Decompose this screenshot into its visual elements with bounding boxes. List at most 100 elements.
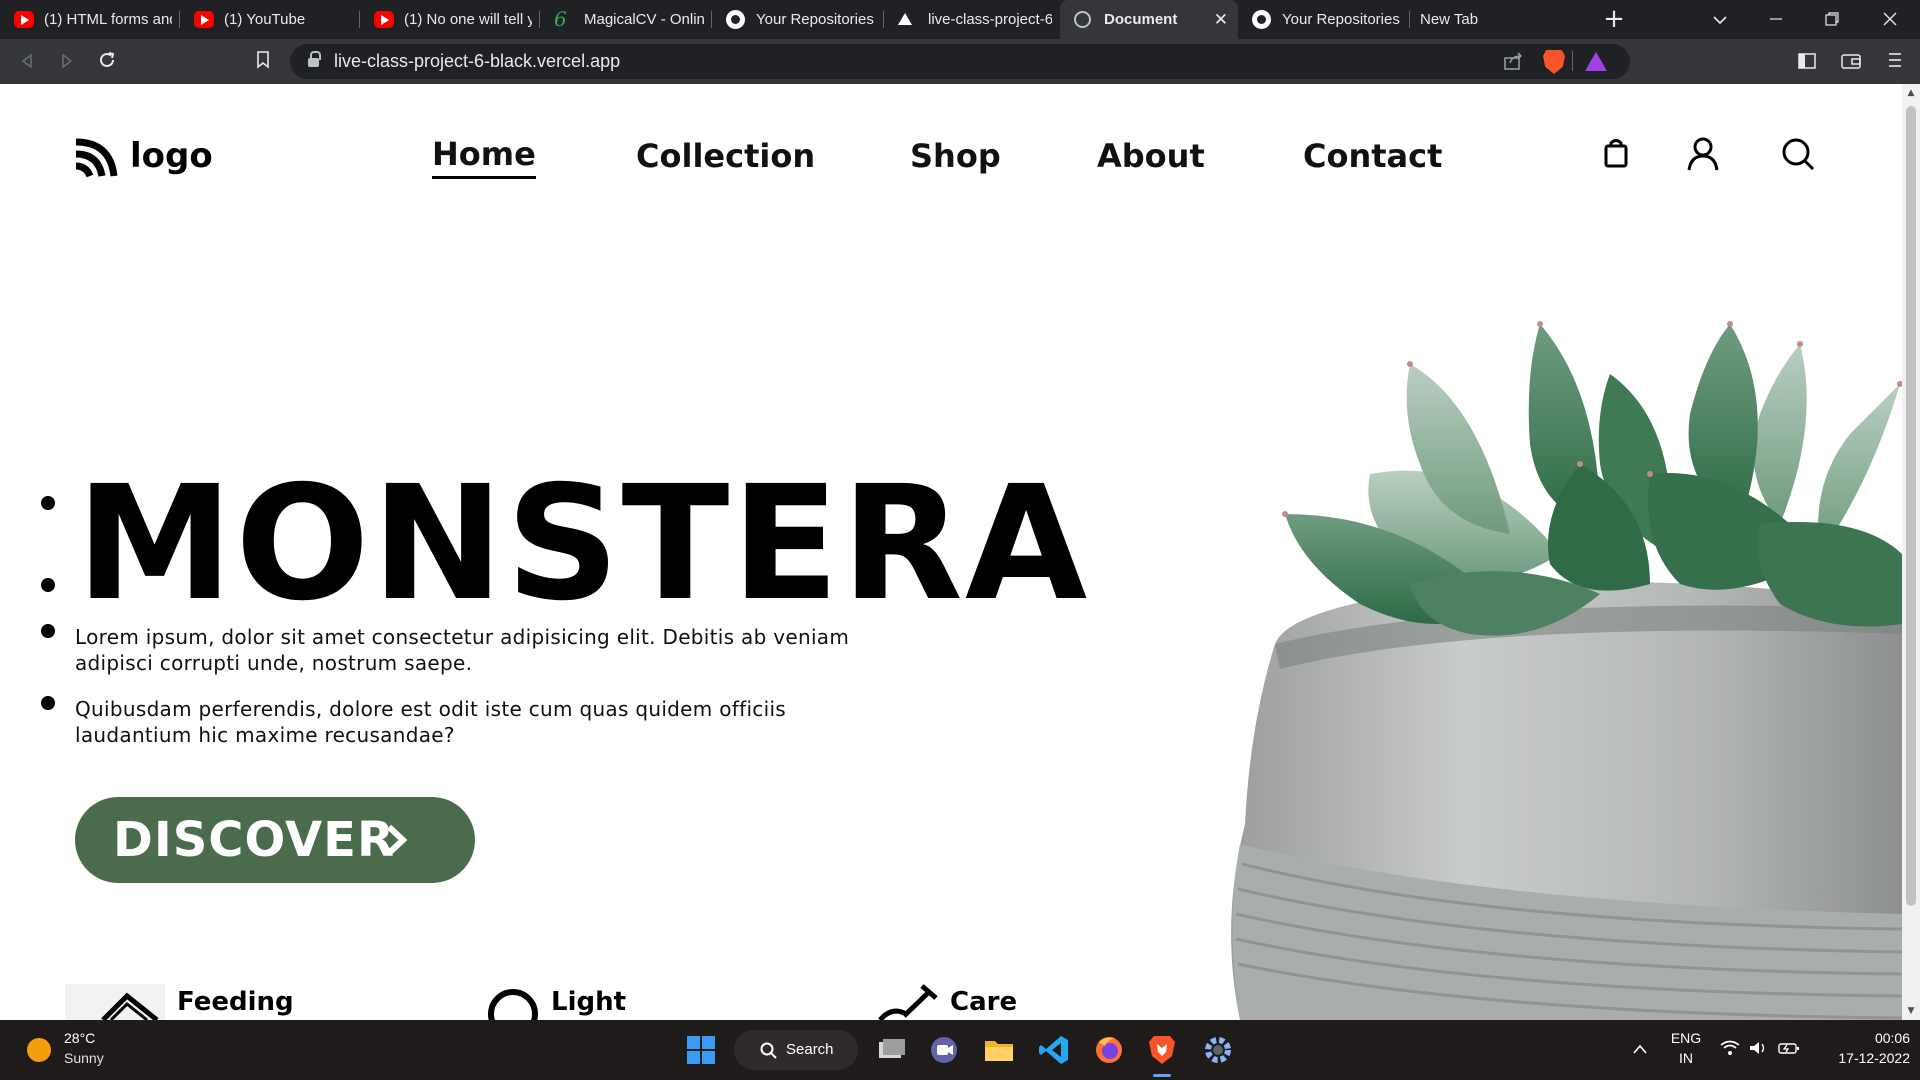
weather-temperature[interactable]: 28°C xyxy=(64,1030,95,1046)
sun-weather-icon[interactable] xyxy=(27,1038,51,1062)
browser-tab[interactable]: (1) YouTube xyxy=(180,0,360,39)
search-icon xyxy=(760,1042,777,1059)
globe-icon xyxy=(1074,11,1091,28)
github-icon xyxy=(726,10,745,29)
battery-icon[interactable] xyxy=(1778,1040,1800,1060)
tab-title: (1) YouTube xyxy=(224,11,306,28)
settings-gear-icon[interactable] xyxy=(1200,1032,1236,1068)
divider xyxy=(1572,51,1573,71)
shopping-bag-icon[interactable] xyxy=(1596,134,1636,174)
tab-title: Your Repositories xyxy=(1282,11,1400,28)
discover-button[interactable]: DISCOVER xyxy=(75,797,475,883)
tab-title: Document xyxy=(1104,11,1178,28)
feature-label: Feeding xyxy=(177,987,294,1017)
windows-taskbar: 28°C Sunny Search ENG IN 00:06 17-12-202… xyxy=(0,1020,1920,1080)
feature-care: Care xyxy=(878,984,1078,1020)
browser-tab[interactable]: Your Repositories xyxy=(1238,0,1410,39)
page-scrollbar[interactable]: ▲ ▼ xyxy=(1902,84,1920,1020)
browser-tab[interactable]: New Tab xyxy=(1410,0,1588,39)
nav-shop[interactable]: Shop xyxy=(910,132,1001,180)
show-hidden-icons-chevron-icon[interactable] xyxy=(1632,1040,1648,1059)
new-tab-button[interactable]: + xyxy=(1594,0,1634,39)
hero-paragraph: Quibusdam perferendis, dolore est odit i… xyxy=(75,697,787,747)
feature-feeding: Feeding xyxy=(65,984,305,1020)
active-app-indicator xyxy=(1153,1074,1171,1077)
hero-title: MONSTERA xyxy=(76,452,1090,636)
scroll-thumb[interactable] xyxy=(1906,106,1916,906)
language-region[interactable]: IN xyxy=(1668,1050,1704,1066)
browser-tab-bar: (1) HTML forms and (1) YouTube (1) No on… xyxy=(0,0,1920,39)
tab-title: (1) HTML forms and xyxy=(44,11,172,28)
list-bullet xyxy=(41,496,55,510)
weather-condition[interactable]: Sunny xyxy=(64,1050,104,1066)
list-bullet xyxy=(41,696,55,710)
browser-tab[interactable]: live-class-project-6 xyxy=(884,0,1060,39)
nav-collection[interactable]: Collection xyxy=(636,132,815,180)
hero-paragraph: Lorem ipsum, dolor sit amet consectetur … xyxy=(75,625,850,675)
browser-tab[interactable]: (1) HTML forms and xyxy=(0,0,180,39)
wallet-icon[interactable] xyxy=(1836,47,1866,77)
teams-chat-icon[interactable] xyxy=(926,1032,962,1068)
scroll-down-arrow-icon[interactable]: ▼ xyxy=(1902,1002,1920,1020)
close-window-icon[interactable] xyxy=(1870,0,1910,39)
light-icon xyxy=(486,984,542,1020)
browser-toolbar: live-class-project-6-black.vercel.app xyxy=(0,39,1920,84)
forward-icon[interactable] xyxy=(52,47,82,77)
restore-window-icon[interactable] xyxy=(1812,0,1852,39)
rss-logo-icon xyxy=(75,138,118,178)
sidebar-icon[interactable] xyxy=(1792,47,1822,77)
browser-tab[interactable]: 6 MagicalCV - Online xyxy=(540,0,712,39)
volume-icon[interactable] xyxy=(1748,1040,1768,1060)
list-bullet xyxy=(41,578,55,592)
language-indicator[interactable]: ENG xyxy=(1668,1030,1704,1046)
bookmark-icon[interactable] xyxy=(248,47,278,77)
chevron-right-icon xyxy=(386,824,408,856)
succulent-plant-image xyxy=(1180,224,1902,1020)
search-label: Search xyxy=(786,1041,834,1058)
search-icon[interactable] xyxy=(1778,134,1818,174)
brave-browser-icon[interactable] xyxy=(1144,1032,1180,1068)
feature-label: Care xyxy=(950,987,1018,1017)
care-shovel-icon xyxy=(878,984,942,1020)
task-view-icon[interactable] xyxy=(873,1032,909,1068)
logo-text: logo xyxy=(130,136,213,176)
wifi-icon[interactable] xyxy=(1720,1040,1740,1060)
windows-start-icon[interactable] xyxy=(683,1032,719,1068)
vscode-icon[interactable] xyxy=(1036,1032,1072,1068)
firefox-icon[interactable] xyxy=(1091,1032,1127,1068)
magicalcv-icon: 6 xyxy=(554,7,567,31)
file-explorer-icon[interactable] xyxy=(981,1032,1017,1068)
nav-contact[interactable]: Contact xyxy=(1303,132,1442,180)
nav-about[interactable]: About xyxy=(1097,132,1205,180)
clock-date[interactable]: 17-12-2022 xyxy=(1810,1050,1910,1066)
tab-search-chevron-icon[interactable] xyxy=(1700,0,1740,39)
taskbar-search[interactable]: Search xyxy=(734,1030,858,1070)
browser-tab[interactable]: (1) No one will tell y xyxy=(360,0,540,39)
clock-time[interactable]: 00:06 xyxy=(1810,1030,1910,1046)
url-text[interactable]: live-class-project-6-black.vercel.app xyxy=(334,44,620,79)
browser-tab-active[interactable]: Document ✕ xyxy=(1060,0,1238,39)
site-header: logo Home Collection Shop About Contact xyxy=(0,84,1902,224)
page-viewport: logo Home Collection Shop About Contact … xyxy=(0,84,1902,1020)
lock-icon xyxy=(308,51,321,68)
github-icon xyxy=(1252,10,1271,29)
nav-home[interactable]: Home xyxy=(432,132,536,179)
address-bar[interactable]: live-class-project-6-black.vercel.app xyxy=(290,44,1630,79)
youtube-icon xyxy=(14,11,34,28)
brave-rewards-icon[interactable] xyxy=(1585,52,1607,71)
share-icon[interactable] xyxy=(1504,52,1524,74)
youtube-icon xyxy=(374,11,394,28)
menu-icon[interactable] xyxy=(1880,47,1910,77)
browser-tab[interactable]: Your Repositories xyxy=(712,0,884,39)
minimize-window-icon[interactable] xyxy=(1756,0,1796,39)
list-bullet xyxy=(41,624,55,638)
brave-shields-icon[interactable] xyxy=(1543,50,1565,74)
back-icon[interactable] xyxy=(12,47,42,77)
discover-button-label: DISCOVER xyxy=(113,812,395,868)
user-icon[interactable] xyxy=(1683,134,1723,174)
tab-title: MagicalCV - Online xyxy=(584,11,704,28)
close-tab-icon[interactable]: ✕ xyxy=(1214,0,1228,39)
tab-title: New Tab xyxy=(1420,11,1479,28)
scroll-up-arrow-icon[interactable]: ▲ xyxy=(1902,84,1920,102)
reload-icon[interactable] xyxy=(92,47,122,77)
